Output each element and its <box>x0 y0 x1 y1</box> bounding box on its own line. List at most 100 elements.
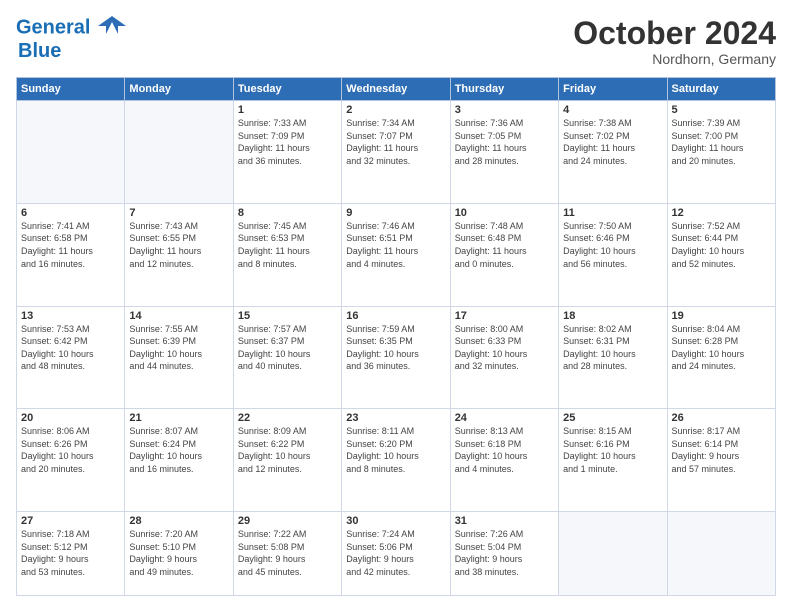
day-number: 27 <box>21 515 120 527</box>
calendar-cell: 30Sunrise: 7:24 AM Sunset: 5:06 PM Dayli… <box>342 511 450 595</box>
day-info: Sunrise: 8:00 AM Sunset: 6:33 PM Dayligh… <box>455 323 554 373</box>
day-number: 9 <box>346 207 445 219</box>
calendar-cell <box>125 101 233 204</box>
day-info: Sunrise: 7:59 AM Sunset: 6:35 PM Dayligh… <box>346 323 445 373</box>
day-info: Sunrise: 7:50 AM Sunset: 6:46 PM Dayligh… <box>563 220 662 270</box>
day-number: 16 <box>346 310 445 322</box>
day-info: Sunrise: 7:20 AM Sunset: 5:10 PM Dayligh… <box>129 528 228 578</box>
header-sunday: Sunday <box>17 78 125 101</box>
logo-blue: Blue <box>18 40 126 62</box>
month-title: October 2024 <box>573 16 776 51</box>
day-number: 6 <box>21 207 120 219</box>
calendar-cell: 1Sunrise: 7:33 AM Sunset: 7:09 PM Daylig… <box>233 101 341 204</box>
day-info: Sunrise: 7:55 AM Sunset: 6:39 PM Dayligh… <box>129 323 228 373</box>
day-info: Sunrise: 7:18 AM Sunset: 5:12 PM Dayligh… <box>21 528 120 578</box>
calendar-cell: 15Sunrise: 7:57 AM Sunset: 6:37 PM Dayli… <box>233 306 341 409</box>
header-saturday: Saturday <box>667 78 775 101</box>
day-info: Sunrise: 8:06 AM Sunset: 6:26 PM Dayligh… <box>21 425 120 475</box>
day-number: 28 <box>129 515 228 527</box>
calendar-cell: 24Sunrise: 8:13 AM Sunset: 6:18 PM Dayli… <box>450 409 558 512</box>
day-info: Sunrise: 7:26 AM Sunset: 5:04 PM Dayligh… <box>455 528 554 578</box>
day-info: Sunrise: 7:24 AM Sunset: 5:06 PM Dayligh… <box>346 528 445 578</box>
calendar-cell: 26Sunrise: 8:17 AM Sunset: 6:14 PM Dayli… <box>667 409 775 512</box>
calendar-cell <box>17 101 125 204</box>
calendar-cell: 9Sunrise: 7:46 AM Sunset: 6:51 PM Daylig… <box>342 203 450 306</box>
day-number: 13 <box>21 310 120 322</box>
calendar-cell: 27Sunrise: 7:18 AM Sunset: 5:12 PM Dayli… <box>17 511 125 595</box>
day-number: 21 <box>129 412 228 424</box>
header-monday: Monday <box>125 78 233 101</box>
day-info: Sunrise: 8:13 AM Sunset: 6:18 PM Dayligh… <box>455 425 554 475</box>
calendar-cell: 11Sunrise: 7:50 AM Sunset: 6:46 PM Dayli… <box>559 203 667 306</box>
day-info: Sunrise: 7:34 AM Sunset: 7:07 PM Dayligh… <box>346 117 445 167</box>
day-info: Sunrise: 8:15 AM Sunset: 6:16 PM Dayligh… <box>563 425 662 475</box>
day-number: 8 <box>238 207 337 219</box>
logo-bird-icon <box>98 12 126 40</box>
calendar-cell: 19Sunrise: 8:04 AM Sunset: 6:28 PM Dayli… <box>667 306 775 409</box>
day-info: Sunrise: 7:53 AM Sunset: 6:42 PM Dayligh… <box>21 323 120 373</box>
calendar-cell: 29Sunrise: 7:22 AM Sunset: 5:08 PM Dayli… <box>233 511 341 595</box>
day-number: 18 <box>563 310 662 322</box>
header-thursday: Thursday <box>450 78 558 101</box>
day-number: 3 <box>455 104 554 116</box>
header-tuesday: Tuesday <box>233 78 341 101</box>
header-friday: Friday <box>559 78 667 101</box>
location: Nordhorn, Germany <box>573 51 776 67</box>
calendar-cell: 6Sunrise: 7:41 AM Sunset: 6:58 PM Daylig… <box>17 203 125 306</box>
header-wednesday: Wednesday <box>342 78 450 101</box>
page-header: General Blue October 2024 Nordhorn, Germ… <box>16 16 776 67</box>
calendar-cell: 12Sunrise: 7:52 AM Sunset: 6:44 PM Dayli… <box>667 203 775 306</box>
weekday-header-row: Sunday Monday Tuesday Wednesday Thursday… <box>17 78 776 101</box>
calendar-cell: 4Sunrise: 7:38 AM Sunset: 7:02 PM Daylig… <box>559 101 667 204</box>
day-info: Sunrise: 7:36 AM Sunset: 7:05 PM Dayligh… <box>455 117 554 167</box>
day-number: 25 <box>563 412 662 424</box>
calendar-cell: 10Sunrise: 7:48 AM Sunset: 6:48 PM Dayli… <box>450 203 558 306</box>
day-number: 14 <box>129 310 228 322</box>
logo-general: General <box>16 16 90 38</box>
day-info: Sunrise: 8:11 AM Sunset: 6:20 PM Dayligh… <box>346 425 445 475</box>
calendar-table: Sunday Monday Tuesday Wednesday Thursday… <box>16 77 776 596</box>
day-info: Sunrise: 8:04 AM Sunset: 6:28 PM Dayligh… <box>672 323 771 373</box>
calendar-cell: 8Sunrise: 7:45 AM Sunset: 6:53 PM Daylig… <box>233 203 341 306</box>
day-info: Sunrise: 8:02 AM Sunset: 6:31 PM Dayligh… <box>563 323 662 373</box>
day-info: Sunrise: 7:57 AM Sunset: 6:37 PM Dayligh… <box>238 323 337 373</box>
day-number: 22 <box>238 412 337 424</box>
calendar-cell: 14Sunrise: 7:55 AM Sunset: 6:39 PM Dayli… <box>125 306 233 409</box>
day-info: Sunrise: 7:33 AM Sunset: 7:09 PM Dayligh… <box>238 117 337 167</box>
day-number: 29 <box>238 515 337 527</box>
day-info: Sunrise: 7:41 AM Sunset: 6:58 PM Dayligh… <box>21 220 120 270</box>
day-number: 15 <box>238 310 337 322</box>
calendar-cell: 31Sunrise: 7:26 AM Sunset: 5:04 PM Dayli… <box>450 511 558 595</box>
calendar-cell <box>667 511 775 595</box>
day-info: Sunrise: 7:39 AM Sunset: 7:00 PM Dayligh… <box>672 117 771 167</box>
day-number: 1 <box>238 104 337 116</box>
calendar-cell: 2Sunrise: 7:34 AM Sunset: 7:07 PM Daylig… <box>342 101 450 204</box>
day-number: 12 <box>672 207 771 219</box>
calendar-cell: 25Sunrise: 8:15 AM Sunset: 6:16 PM Dayli… <box>559 409 667 512</box>
calendar-cell: 3Sunrise: 7:36 AM Sunset: 7:05 PM Daylig… <box>450 101 558 204</box>
day-info: Sunrise: 7:38 AM Sunset: 7:02 PM Dayligh… <box>563 117 662 167</box>
calendar-cell: 5Sunrise: 7:39 AM Sunset: 7:00 PM Daylig… <box>667 101 775 204</box>
day-number: 20 <box>21 412 120 424</box>
calendar-cell: 23Sunrise: 8:11 AM Sunset: 6:20 PM Dayli… <box>342 409 450 512</box>
day-number: 23 <box>346 412 445 424</box>
day-number: 26 <box>672 412 771 424</box>
day-number: 5 <box>672 104 771 116</box>
day-info: Sunrise: 7:48 AM Sunset: 6:48 PM Dayligh… <box>455 220 554 270</box>
calendar-cell: 16Sunrise: 7:59 AM Sunset: 6:35 PM Dayli… <box>342 306 450 409</box>
day-number: 17 <box>455 310 554 322</box>
day-number: 7 <box>129 207 228 219</box>
day-info: Sunrise: 8:17 AM Sunset: 6:14 PM Dayligh… <box>672 425 771 475</box>
day-info: Sunrise: 7:43 AM Sunset: 6:55 PM Dayligh… <box>129 220 228 270</box>
calendar-cell: 21Sunrise: 8:07 AM Sunset: 6:24 PM Dayli… <box>125 409 233 512</box>
day-info: Sunrise: 7:22 AM Sunset: 5:08 PM Dayligh… <box>238 528 337 578</box>
calendar-cell: 28Sunrise: 7:20 AM Sunset: 5:10 PM Dayli… <box>125 511 233 595</box>
logo: General Blue <box>16 16 126 62</box>
title-block: October 2024 Nordhorn, Germany <box>573 16 776 67</box>
day-number: 31 <box>455 515 554 527</box>
day-number: 4 <box>563 104 662 116</box>
calendar-cell: 20Sunrise: 8:06 AM Sunset: 6:26 PM Dayli… <box>17 409 125 512</box>
calendar-cell: 7Sunrise: 7:43 AM Sunset: 6:55 PM Daylig… <box>125 203 233 306</box>
day-number: 10 <box>455 207 554 219</box>
day-info: Sunrise: 7:52 AM Sunset: 6:44 PM Dayligh… <box>672 220 771 270</box>
